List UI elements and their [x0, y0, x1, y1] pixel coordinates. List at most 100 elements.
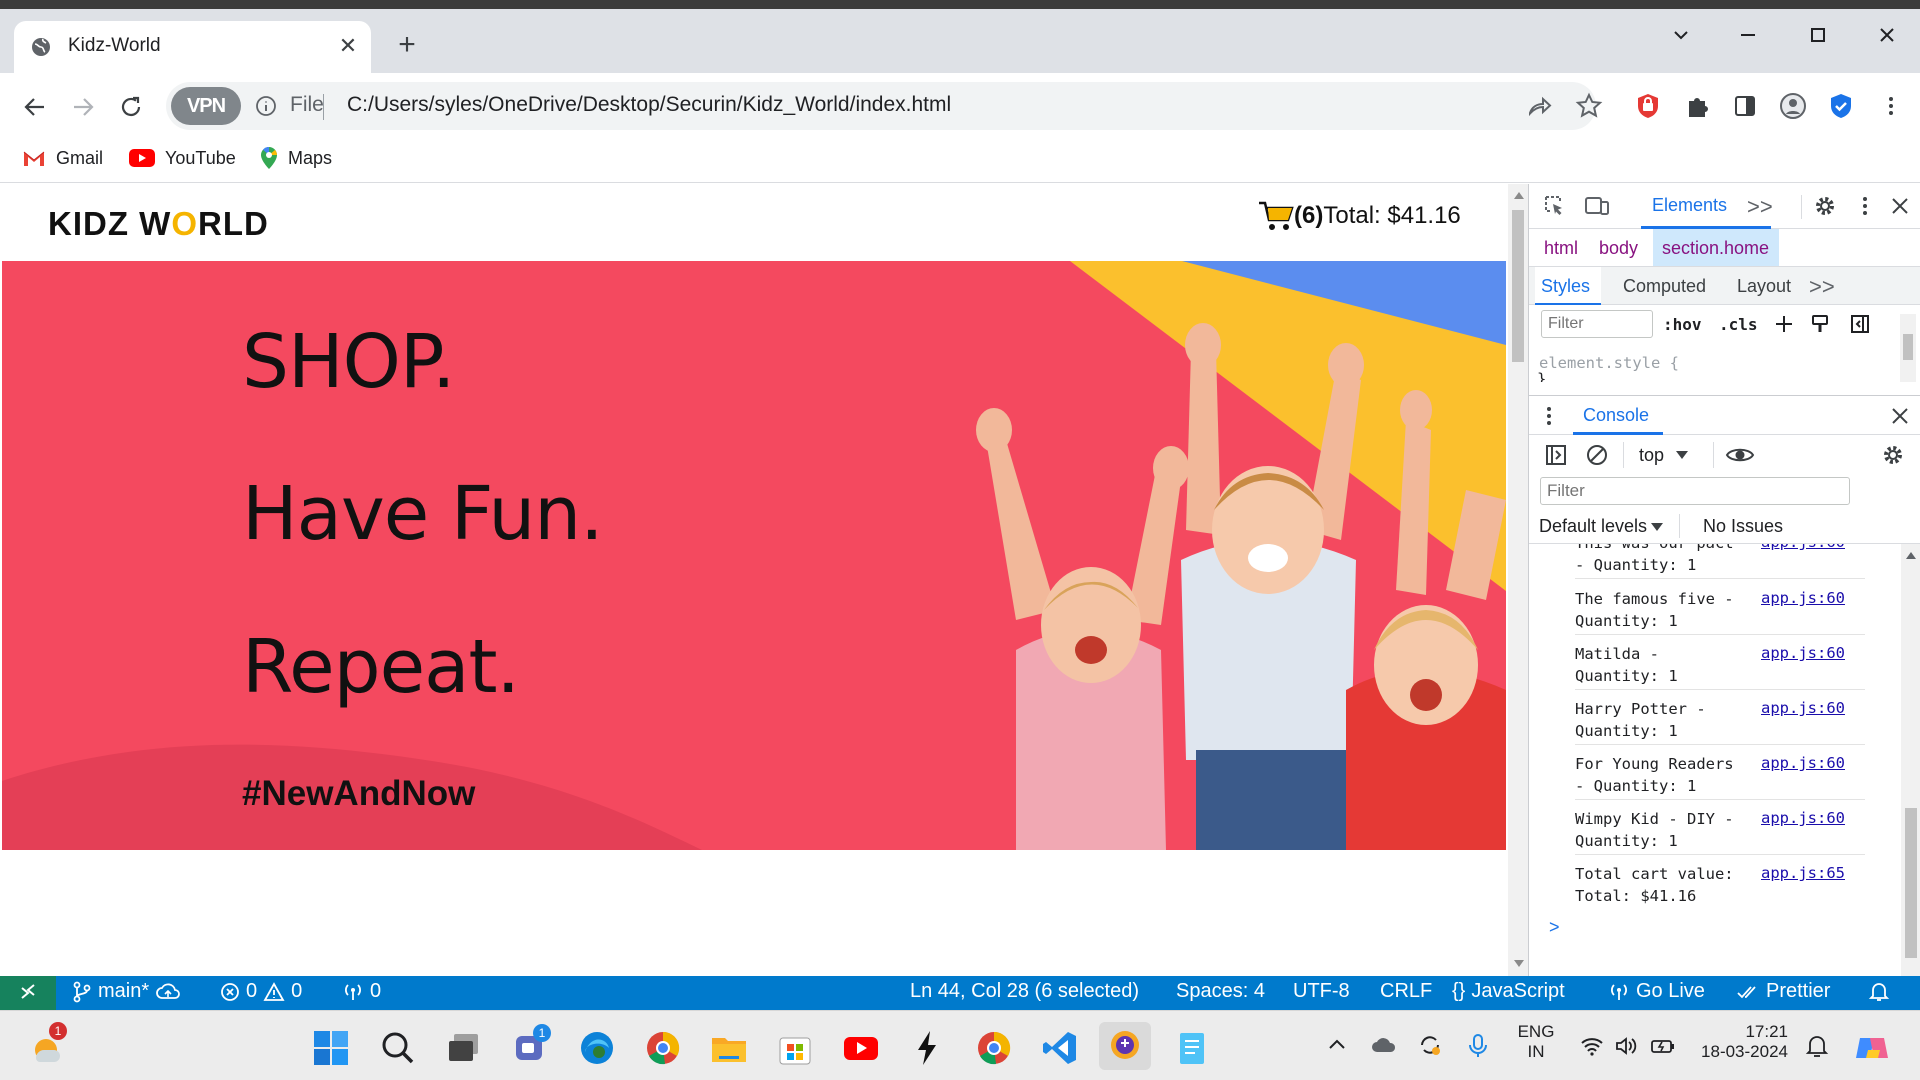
- notepad-icon[interactable]: [1172, 1028, 1212, 1068]
- styles-scrollbar[interactable]: [1900, 314, 1916, 382]
- youtube-app-icon[interactable]: [841, 1028, 881, 1068]
- tab-search-chevron-icon[interactable]: [1664, 20, 1698, 50]
- close-devtools-icon[interactable]: [1889, 195, 1911, 217]
- bolt-app-icon[interactable]: [907, 1028, 947, 1068]
- bookmark-star-icon[interactable]: [1574, 91, 1604, 121]
- hov-toggle[interactable]: :hov: [1663, 315, 1702, 334]
- share-icon[interactable]: [1524, 91, 1554, 121]
- notification-bell-icon[interactable]: [1804, 1033, 1830, 1073]
- volume-icon[interactable]: [1614, 1035, 1638, 1075]
- chrome-icon[interactable]: [974, 1028, 1014, 1068]
- go-live-button[interactable]: Go Live: [1608, 980, 1705, 1003]
- task-view-icon[interactable]: [444, 1028, 484, 1068]
- microsoft-store-icon[interactable]: [775, 1028, 815, 1068]
- browser-tab[interactable]: Kidz-World ✕: [14, 21, 371, 73]
- chrome-menu-icon[interactable]: [1876, 91, 1906, 121]
- teams-chat-icon[interactable]: 1: [511, 1024, 551, 1068]
- crumb-section-home[interactable]: section.home: [1662, 238, 1769, 259]
- weather-widget-icon[interactable]: 1: [28, 1022, 68, 1068]
- toggle-sidebar-icon[interactable]: [1849, 313, 1871, 335]
- log-source-link[interactable]: app.js:65: [1761, 862, 1845, 884]
- log-source-link[interactable]: app.js:60: [1761, 544, 1845, 553]
- info-icon[interactable]: [255, 95, 277, 117]
- problems-indicator[interactable]: 0 0: [220, 980, 302, 1003]
- back-button[interactable]: [18, 90, 52, 124]
- close-drawer-icon[interactable]: [1889, 405, 1911, 427]
- clear-console-icon[interactable]: [1586, 444, 1608, 466]
- tab-close-icon[interactable]: ✕: [336, 34, 360, 58]
- prettier-status[interactable]: Prettier: [1736, 980, 1830, 1003]
- console-settings-gear-icon[interactable]: [1881, 443, 1905, 467]
- drawer-menu-icon[interactable]: [1544, 405, 1554, 427]
- log-levels-dropdown[interactable]: Default levels: [1539, 516, 1664, 537]
- live-expression-eye-icon[interactable]: [1725, 443, 1755, 467]
- tab-styles[interactable]: Styles: [1535, 267, 1601, 305]
- log-source-link[interactable]: app.js:60: [1761, 587, 1845, 609]
- cursor-position[interactable]: Ln 44, Col 28 (6 selected): [910, 980, 1139, 1003]
- log-source-link[interactable]: app.js:60: [1761, 642, 1845, 664]
- bookmark-youtube[interactable]: YouTube: [129, 146, 236, 170]
- new-tab-button[interactable]: +: [391, 30, 423, 62]
- shield-extension-icon[interactable]: [1826, 91, 1856, 121]
- bookmark-maps[interactable]: Maps: [260, 146, 332, 170]
- copilot-icon[interactable]: [1852, 1028, 1892, 1068]
- cart-summary[interactable]: (6) Total: $41.16: [1258, 200, 1461, 232]
- bookmark-gmail[interactable]: Gmail: [22, 146, 103, 170]
- devtools-menu-icon[interactable]: [1857, 194, 1873, 218]
- new-style-rule-icon[interactable]: [1773, 313, 1795, 335]
- page-scrollbar[interactable]: [1508, 184, 1528, 976]
- line-endings[interactable]: CRLF: [1380, 980, 1432, 1003]
- encoding[interactable]: UTF-8: [1293, 980, 1350, 1003]
- cls-toggle[interactable]: .cls: [1719, 315, 1758, 334]
- ports-indicator[interactable]: 0: [342, 980, 381, 1003]
- wifi-icon[interactable]: [1580, 1035, 1604, 1075]
- console-scroll-thumb[interactable]: [1905, 808, 1917, 958]
- crumb-html[interactable]: html: [1544, 238, 1578, 259]
- clock[interactable]: 17:21 18-03-2024: [1692, 1022, 1788, 1062]
- vpn-button[interactable]: VPN: [171, 87, 241, 125]
- language-indicator[interactable]: ENG IN: [1516, 1022, 1556, 1062]
- onedrive-cloud-icon[interactable]: [1370, 1033, 1398, 1073]
- console-sidebar-icon[interactable]: [1545, 444, 1567, 466]
- file-explorer-icon[interactable]: [709, 1028, 749, 1068]
- side-panel-icon[interactable]: [1730, 91, 1760, 121]
- extensions-puzzle-icon[interactable]: [1682, 91, 1712, 121]
- console-scrollbar[interactable]: [1901, 544, 1920, 976]
- tab-console[interactable]: Console: [1573, 396, 1663, 435]
- issues-count[interactable]: No Issues: [1703, 516, 1783, 537]
- battery-icon[interactable]: [1650, 1035, 1676, 1075]
- context-selector[interactable]: top: [1639, 441, 1689, 469]
- styles-filter-input[interactable]: [1541, 310, 1653, 338]
- forward-button[interactable]: [66, 90, 100, 124]
- more-tabs-chevron[interactable]: >>: [1747, 194, 1773, 220]
- reload-button[interactable]: [114, 90, 148, 124]
- search-icon[interactable]: [378, 1028, 418, 1068]
- paint-brush-icon[interactable]: [1809, 313, 1831, 335]
- settings-gear-icon[interactable]: [1813, 194, 1837, 218]
- more-style-tabs-chevron[interactable]: >>: [1809, 274, 1835, 300]
- language-mode[interactable]: {} JavaScript: [1452, 980, 1565, 1003]
- chrome-profile-icon[interactable]: [643, 1028, 683, 1068]
- indentation[interactable]: Spaces: 4: [1176, 980, 1265, 1003]
- adblock-extension-icon[interactable]: [1633, 91, 1663, 121]
- crumb-body[interactable]: body: [1599, 238, 1638, 259]
- remote-indicator[interactable]: [0, 976, 56, 1010]
- show-hidden-icons-chevron[interactable]: [1325, 1033, 1349, 1073]
- active-app-icon[interactable]: [1099, 1022, 1151, 1070]
- vscode-icon[interactable]: [1040, 1028, 1080, 1068]
- edge-browser-icon[interactable]: [577, 1028, 617, 1068]
- url-text[interactable]: C:/Users/syles/OneDrive/Desktop/Securin/…: [347, 93, 951, 117]
- log-source-link[interactable]: app.js:60: [1761, 807, 1845, 829]
- microphone-icon[interactable]: [1465, 1033, 1491, 1073]
- maximize-button[interactable]: [1801, 20, 1835, 50]
- tab-layout[interactable]: Layout: [1737, 276, 1791, 297]
- minimize-button[interactable]: [1731, 20, 1765, 50]
- console-prompt[interactable]: >: [1549, 917, 1560, 938]
- inspect-element-icon[interactable]: [1543, 194, 1567, 218]
- profile-avatar-icon[interactable]: [1778, 91, 1808, 121]
- console-filter-input[interactable]: [1540, 477, 1850, 505]
- sync-icon[interactable]: [1416, 1033, 1444, 1073]
- log-source-link[interactable]: app.js:60: [1761, 752, 1845, 774]
- log-source-link[interactable]: app.js:60: [1761, 697, 1845, 719]
- page-scroll-thumb[interactable]: [1512, 210, 1524, 362]
